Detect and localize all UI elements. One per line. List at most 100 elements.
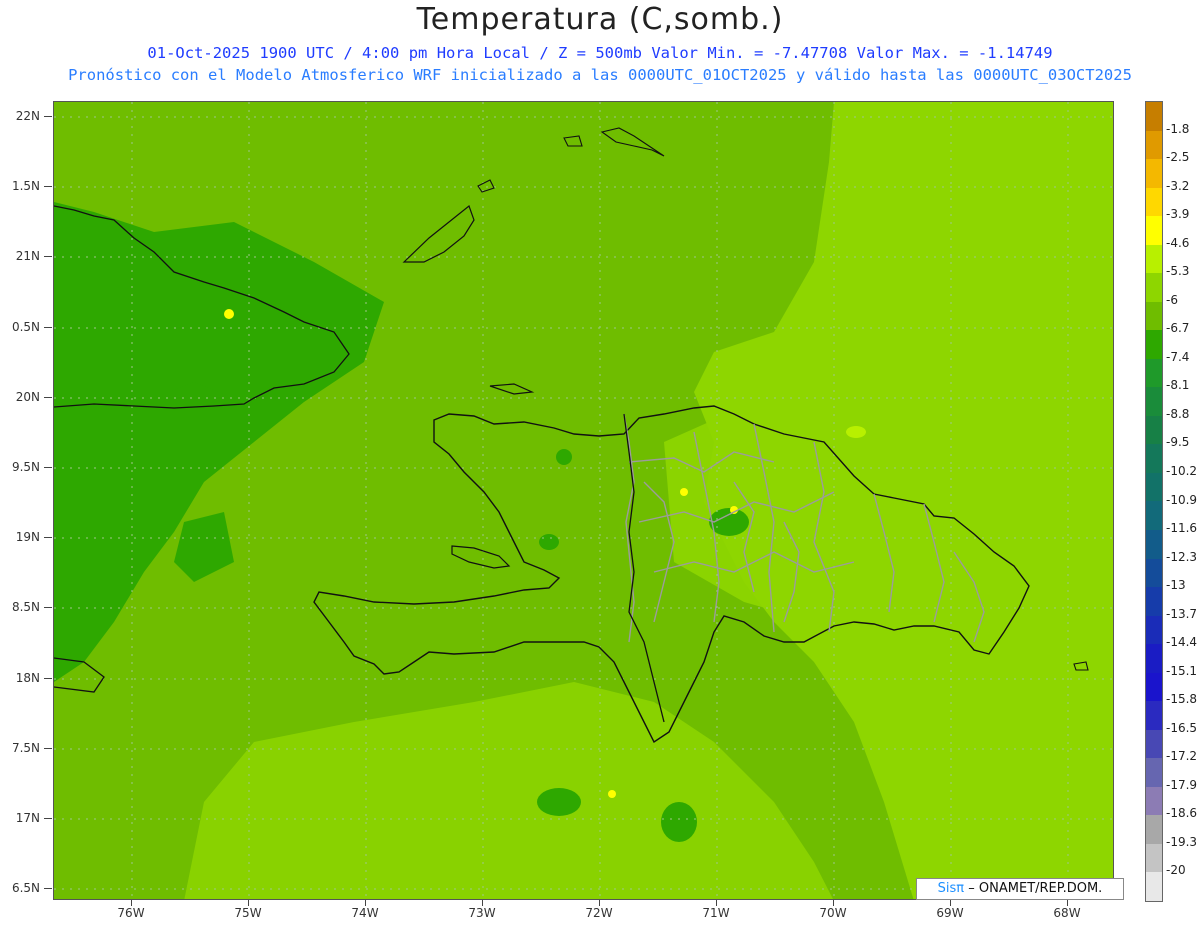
lat-tick (44, 678, 52, 679)
lon-label: 71W (702, 906, 730, 920)
colorbar-label: -3.2 (1166, 178, 1190, 193)
colorbar-label: -5.3 (1166, 264, 1190, 279)
colorbar-label: -19.3 (1166, 834, 1198, 849)
colorbar-segment (1146, 672, 1162, 702)
chart-title: Temperatura (C,somb.) (416, 2, 784, 37)
colorbar-label: -6 (1166, 292, 1178, 307)
colorbar-segment (1146, 701, 1162, 730)
colorbar-label: -13 (1166, 578, 1186, 593)
colorbar-label: -16.5 (1166, 720, 1198, 735)
lat-tick (44, 467, 52, 468)
colorbar-label: -18.6 (1166, 806, 1198, 821)
colorbar-label: -10.2 (1166, 463, 1198, 478)
colorbar-segment (1146, 244, 1162, 274)
warm-spot (680, 488, 688, 496)
lat-tick (44, 116, 52, 117)
colorbar-label: -1.8 (1166, 121, 1190, 136)
inagua-island (402, 205, 475, 263)
credit-text: – ONAMET/REP.DOM. (968, 881, 1103, 896)
colorbar-label: -17.9 (1166, 777, 1198, 792)
colorbar-segment (1146, 729, 1162, 759)
lat-tick (44, 186, 52, 187)
shade-patch (539, 534, 559, 550)
map-svg (54, 102, 1113, 899)
lon-label: 69W (936, 906, 964, 920)
colorbar-segment (1146, 644, 1162, 673)
colorbar-segment (1146, 815, 1162, 844)
lat-label: 0.5N (11, 320, 40, 334)
colorbar-label: -7.4 (1166, 349, 1190, 364)
shade-patch (537, 788, 581, 816)
shade-region (174, 512, 234, 582)
lon-label: 75W (234, 906, 262, 920)
subtitle-model-info: Pronóstico con el Modelo Atmosferico WRF… (68, 66, 1132, 84)
colorbar-segment (1146, 330, 1162, 359)
colorbar-segment (1146, 130, 1162, 160)
shade-patch (661, 802, 697, 842)
colorbar-label: -6.7 (1166, 321, 1190, 336)
colorbar-label: -8.8 (1166, 406, 1190, 421)
lon-label: 73W (468, 906, 496, 920)
colorbar-label: -4.6 (1166, 235, 1190, 250)
lat-label: 19N (15, 530, 40, 544)
lat-tick (44, 888, 52, 889)
subtitle-time-range: 01-Oct-2025 1900 UTC / 4:00 pm Hora Loca… (147, 44, 1053, 62)
lon-label: 72W (585, 906, 613, 920)
warm-spot (846, 426, 866, 438)
lat-tick (44, 607, 52, 608)
colorbar-segment (1146, 216, 1162, 245)
colorbar-segment (1146, 159, 1162, 188)
colorbar-label: -14.4 (1166, 635, 1198, 650)
warm-spot (224, 309, 234, 319)
gonave-island (451, 545, 511, 569)
lat-label: 8.5N (11, 600, 40, 614)
colorbar-label: -3.9 (1166, 207, 1190, 222)
colorbar-segment (1146, 444, 1162, 473)
shade-region (664, 402, 854, 622)
colorbar-segment (1146, 387, 1162, 416)
lon-label: 70W (819, 906, 847, 920)
tortuga-island (489, 383, 535, 395)
colorbar-segment (1146, 587, 1162, 616)
colorbar-segment (1146, 615, 1162, 645)
lat-label: 21N (15, 249, 40, 263)
colorbar-label: -20 (1166, 863, 1186, 878)
colorbar-segment (1146, 872, 1162, 901)
temperature-map (53, 101, 1114, 900)
lon-label: 68W (1053, 906, 1081, 920)
lat-label: 20N (15, 390, 40, 404)
lon-label: 74W (351, 906, 379, 920)
colorbar-segment (1146, 843, 1162, 873)
lon-label: 76W (117, 906, 145, 920)
colorbar-segment (1146, 758, 1162, 787)
colorbar-label: -15.8 (1166, 692, 1198, 707)
sispi-logo-text: Sisπ (937, 881, 965, 896)
lat-tick (44, 256, 52, 257)
colorbar-segment (1146, 187, 1162, 217)
lat-label: 1.5N (11, 179, 40, 193)
colorbar-segment (1146, 472, 1162, 502)
caicos-islands (600, 127, 665, 157)
colorbar-segment (1146, 301, 1162, 331)
lat-label: 18N (15, 671, 40, 685)
lat-label: 22N (15, 109, 40, 123)
colorbar-label: -9.5 (1166, 435, 1190, 450)
warm-spot (608, 790, 616, 798)
credit-box: Sisπ – ONAMET/REP.DOM. (916, 878, 1124, 900)
colorbar-segment (1146, 415, 1162, 445)
lat-label: 7.5N (11, 741, 40, 755)
colorbar-label: -12.3 (1166, 549, 1198, 564)
lat-tick (44, 327, 52, 328)
lat-label: 17N (15, 811, 40, 825)
lat-tick (44, 537, 52, 538)
lat-tick (44, 818, 52, 819)
colorbar-segment (1146, 358, 1162, 388)
colorbar-segment (1146, 501, 1162, 530)
lat-label: 6.5N (11, 881, 40, 895)
colorbar-label: -15.1 (1166, 663, 1198, 678)
colorbar-segment (1146, 786, 1162, 816)
colorbar-label: -17.2 (1166, 749, 1198, 764)
shade-region (184, 682, 833, 899)
colorbar-segment (1146, 529, 1162, 559)
colorbar-segment (1146, 273, 1162, 302)
